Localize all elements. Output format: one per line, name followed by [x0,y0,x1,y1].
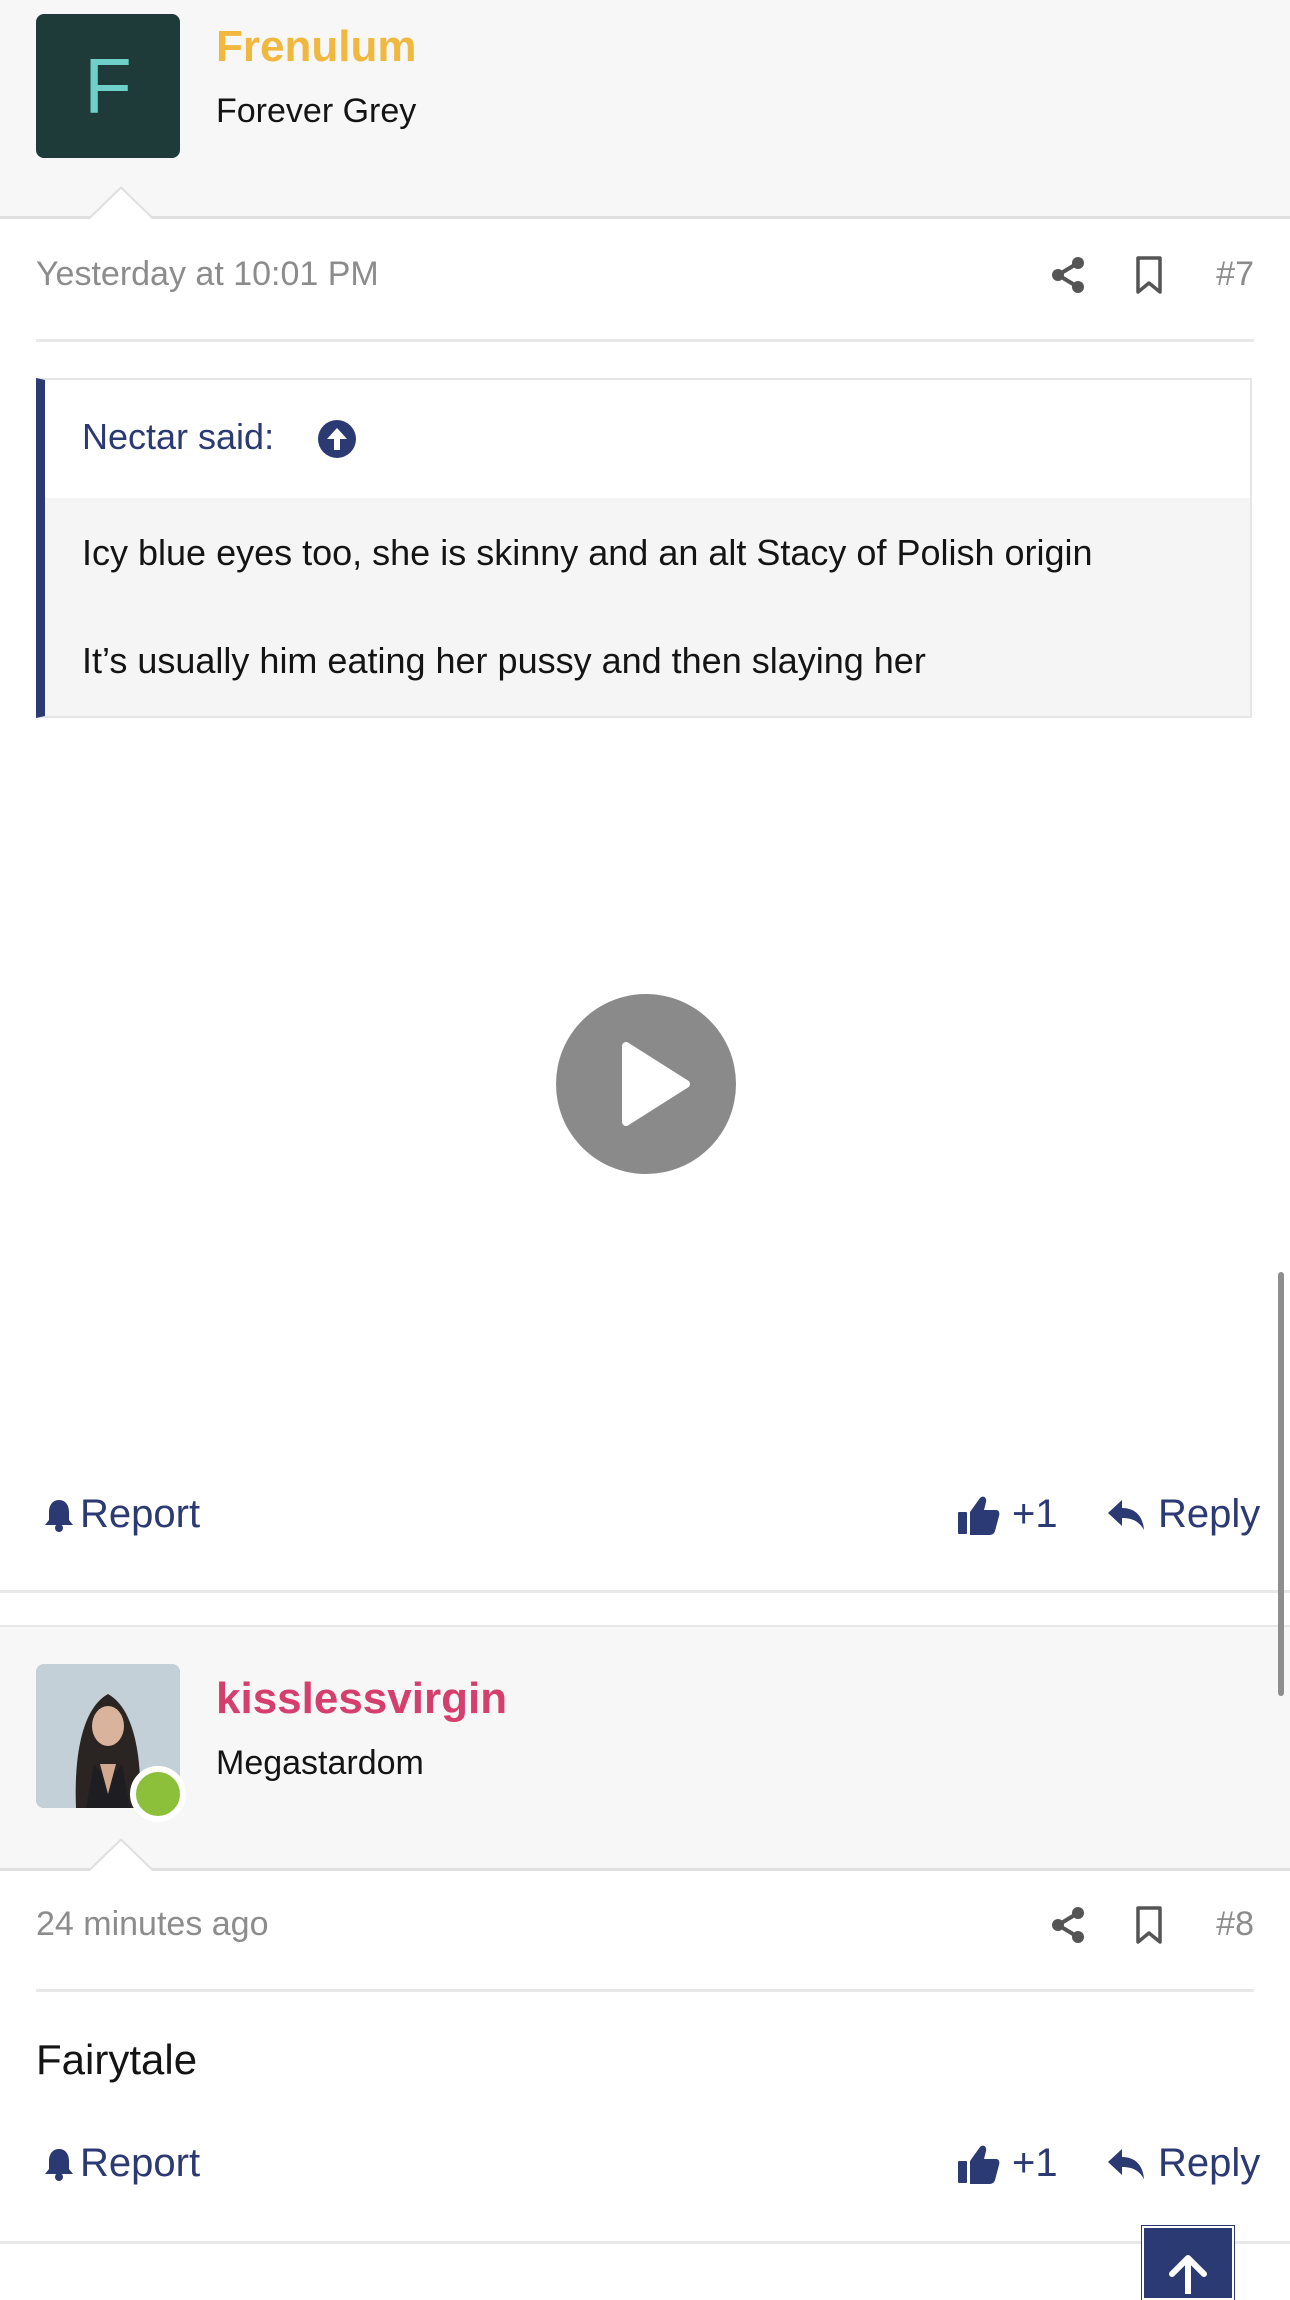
arrow-up-circle-icon[interactable] [317,419,357,459]
post-body: Fairytale [36,2036,198,2083]
username[interactable]: kisslessvirgin [216,1674,507,1724]
username[interactable]: Frenulum [216,22,416,72]
user-bar-pointer [87,186,155,219]
post-actions: Report +1 Reply [36,1484,1260,1554]
like-count: +1 [1012,2141,1058,2185]
avatar-letter: F [84,41,132,130]
reply-label: Reply [1158,1492,1261,1536]
share-icon[interactable] [1048,1905,1088,1945]
avatar[interactable] [36,1664,186,1822]
quote-attribution[interactable]: Nectar said: [82,416,274,458]
report-label: Report [80,2141,201,2185]
like-button[interactable]: +1 [956,2141,1058,2186]
bell-icon [45,1499,73,1532]
like-button[interactable]: +1 [956,1492,1058,1537]
play-button[interactable] [556,994,736,1174]
thumbs-up-icon [958,1496,1000,1535]
thumbs-up-icon [958,2145,1000,2184]
avatar[interactable]: F [36,14,180,158]
post-meta: 24 minutes ago #8 [36,1869,1254,1992]
post-7-user-bar: F Frenulum Forever Grey [0,0,1290,219]
user-title: Megastardom [216,1744,424,1782]
quote-line: Icy blue eyes too, she is skinny and an … [82,532,1093,573]
report-button[interactable]: Report [44,2141,200,2186]
user-title: Forever Grey [216,92,417,130]
post-divider [0,2241,1290,2244]
post-actions: Report +1 Reply [36,2133,1260,2203]
post-date[interactable]: 24 minutes ago [36,1905,269,1944]
post-number[interactable]: #8 [1216,1905,1254,1944]
reply-icon [1108,2148,1144,2179]
post-number[interactable]: #7 [1216,255,1254,294]
reply-button[interactable]: Reply [1106,1492,1260,1537]
bookmark-icon[interactable] [1129,255,1169,295]
scrollbar[interactable] [1278,1272,1284,1696]
bookmark-icon[interactable] [1129,1905,1169,1945]
play-icon [622,1042,690,1126]
quote-block: Nectar said: Icy blue eyes too, she is s… [36,378,1252,718]
arrow-up-icon [1169,2255,1207,2294]
post-meta: Yesterday at 10:01 PM #7 [36,219,1254,342]
user-bar-pointer [87,1838,155,1871]
reply-icon [1108,1499,1144,1530]
share-icon[interactable] [1048,255,1088,295]
scroll-to-top-button[interactable] [1142,2226,1234,2300]
quote-line: It’s usually him eating her pussy and th… [82,640,926,681]
post-date[interactable]: Yesterday at 10:01 PM [36,255,379,294]
report-button[interactable]: Report [44,1492,200,1537]
bell-icon [45,2148,73,2181]
quote-header: Nectar said: [45,380,1250,498]
post-divider [0,1590,1290,1593]
report-label: Report [80,1492,201,1536]
video-embed[interactable] [36,740,1254,1430]
post-8-user-bar: kisslessvirgin Megastardom [0,1625,1290,1871]
like-count: +1 [1012,1492,1058,1536]
online-indicator [130,1766,186,1822]
reply-button[interactable]: Reply [1106,2141,1260,2186]
reply-label: Reply [1158,2141,1261,2185]
